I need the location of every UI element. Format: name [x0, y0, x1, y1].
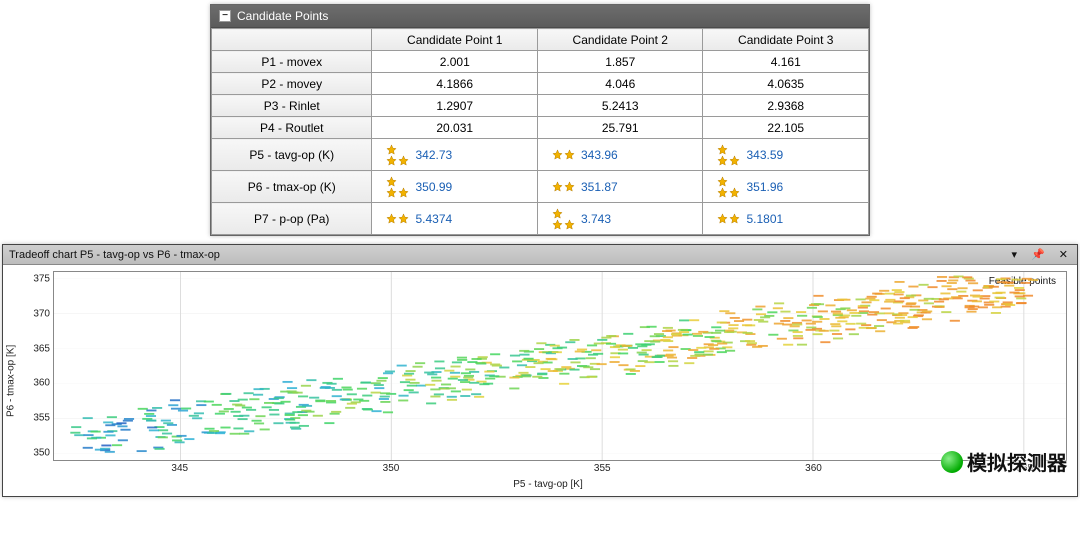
- row-header: P2 - movey: [212, 73, 372, 95]
- table-row[interactable]: P3 - Rinlet1.29075.24132.9368: [212, 95, 869, 117]
- table-row[interactable]: P4 - Routlet20.03125.79122.105: [212, 117, 869, 139]
- table-row[interactable]: P5 - tavg-op (K)342.73343.96343.59: [212, 139, 869, 171]
- tradeoff-chart-panel: Tradeoff chart P5 - tavg-op vs P6 - tmax…: [2, 244, 1078, 497]
- y-ticks: 350355360365370375: [20, 272, 52, 460]
- table-row[interactable]: P6 - tmax-op (K)350.99351.87351.96: [212, 171, 869, 203]
- cell[interactable]: 343.96: [537, 139, 703, 171]
- cell[interactable]: 3.743: [537, 203, 703, 235]
- table-row[interactable]: P1 - movex2.0011.8574.161: [212, 51, 869, 73]
- cell[interactable]: 22.105: [703, 117, 869, 139]
- table-row[interactable]: P2 - movey4.18664.0464.0635: [212, 73, 869, 95]
- close-icon[interactable]: ✕: [1056, 248, 1071, 261]
- row-header: P6 - tmax-op (K): [212, 171, 372, 203]
- cell[interactable]: 5.2413: [537, 95, 703, 117]
- x-axis-label: P5 - tavg-op [K]: [19, 477, 1077, 496]
- pin-icon[interactable]: 📌: [1028, 248, 1048, 261]
- cell[interactable]: 2.9368: [703, 95, 869, 117]
- cell[interactable]: 1.2907: [372, 95, 538, 117]
- x-ticks: 345350355360365: [53, 463, 1067, 477]
- col-header-empty: [212, 29, 372, 51]
- cell[interactable]: 20.031: [372, 117, 538, 139]
- dropdown-icon[interactable]: ▾: [1009, 248, 1021, 261]
- candidate-points-title: Candidate Points: [237, 9, 328, 23]
- cell[interactable]: 5.1801: [703, 203, 869, 235]
- row-header: P4 - Routlet: [212, 117, 372, 139]
- cell[interactable]: 351.87: [537, 171, 703, 203]
- collapse-icon[interactable]: −: [219, 10, 231, 22]
- cell[interactable]: 5.4374: [372, 203, 538, 235]
- cell[interactable]: 25.791: [537, 117, 703, 139]
- table-row[interactable]: P7 - p-op (Pa)5.43743.7435.1801: [212, 203, 869, 235]
- cell[interactable]: 350.99: [372, 171, 538, 203]
- cell[interactable]: 351.96: [703, 171, 869, 203]
- y-axis-label: P6 - tmax-op [K]: [3, 265, 19, 496]
- cell[interactable]: 4.1866: [372, 73, 538, 95]
- cell[interactable]: 343.59: [703, 139, 869, 171]
- candidate-points-header[interactable]: − Candidate Points: [211, 5, 869, 28]
- row-header: P3 - Rinlet: [212, 95, 372, 117]
- row-header: P5 - tavg-op (K): [212, 139, 372, 171]
- cell[interactable]: 4.0635: [703, 73, 869, 95]
- scatter-plot: [54, 272, 1066, 460]
- cell[interactable]: 342.73: [372, 139, 538, 171]
- col-header[interactable]: Candidate Point 2: [537, 29, 703, 51]
- candidate-points-panel: − Candidate Points Candidate Point 1 Can…: [210, 4, 870, 236]
- row-header: P1 - movex: [212, 51, 372, 73]
- chart-titlebar[interactable]: Tradeoff chart P5 - tavg-op vs P6 - tmax…: [3, 245, 1077, 265]
- plot-area[interactable]: Feasible points 350355360365370375: [53, 271, 1067, 461]
- cell[interactable]: 2.001: [372, 51, 538, 73]
- chart-title-text: Tradeoff chart P5 - tavg-op vs P6 - tmax…: [9, 249, 220, 261]
- col-header[interactable]: Candidate Point 1: [372, 29, 538, 51]
- row-header: P7 - p-op (Pa): [212, 203, 372, 235]
- col-header[interactable]: Candidate Point 3: [703, 29, 869, 51]
- cell[interactable]: 4.046: [537, 73, 703, 95]
- cell[interactable]: 4.161: [703, 51, 869, 73]
- cell[interactable]: 1.857: [537, 51, 703, 73]
- candidate-points-table: Candidate Point 1 Candidate Point 2 Cand…: [211, 28, 869, 235]
